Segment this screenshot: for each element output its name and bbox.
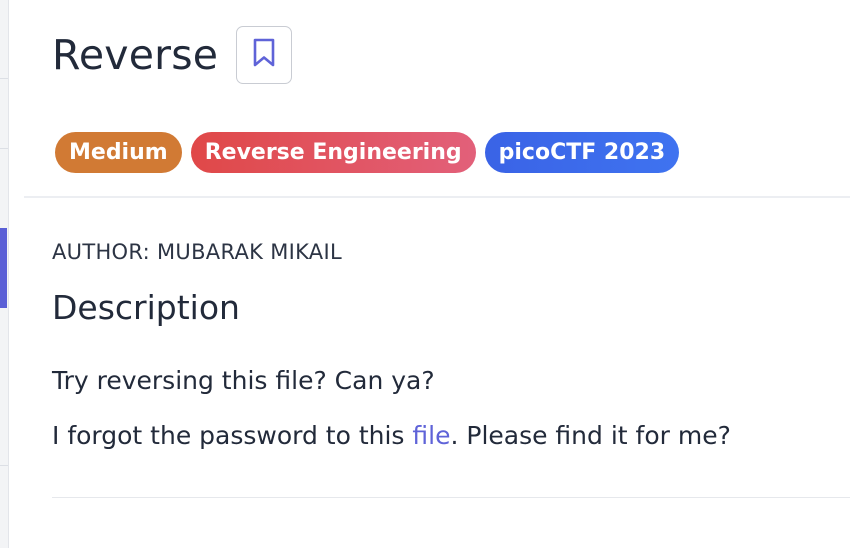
description-text: I forgot the password to this [52,421,413,450]
sidebar-segment [0,0,8,79]
bookmark-icon [252,38,276,72]
sidebar-segment [0,385,8,466]
file-download-link[interactable]: file [412,421,450,450]
sidebar-active-indicator [0,228,7,308]
sidebar-segment [0,78,8,149]
description-line: Try reversing this file? Can ya? [52,366,435,395]
divider [24,196,850,198]
tag-list: Medium Reverse Engineering picoCTF 2023 [55,132,680,173]
sidebar-edge [0,0,9,548]
divider [52,497,850,498]
title-row: Reverse [52,26,293,84]
category-badge[interactable]: Reverse Engineering [190,132,476,173]
description-text: . Please find it for me? [450,421,731,450]
bookmark-button[interactable] [236,26,293,84]
difficulty-badge[interactable]: Medium [55,132,182,173]
description-line: I forgot the password to this file. Plea… [52,421,731,450]
author-label: AUTHOR: MUBARAK MIKAIL [52,240,342,264]
description-heading: Description [52,288,240,327]
page-title: Reverse [52,31,219,79]
challenge-page: Reverse Medium Reverse Engineering picoC… [0,0,850,548]
event-badge[interactable]: picoCTF 2023 [484,132,680,173]
